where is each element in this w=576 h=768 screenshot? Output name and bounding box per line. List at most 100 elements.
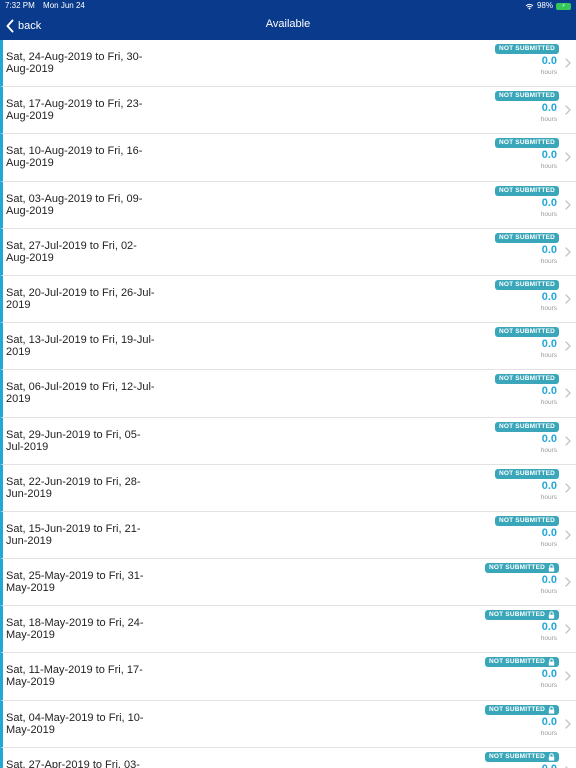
lock-icon bbox=[548, 705, 555, 714]
lock-icon bbox=[548, 658, 555, 667]
timesheet-row[interactable]: Sat, 15-Jun-2019 to Fri, 21-Jun-2019 NOT … bbox=[0, 511, 576, 560]
status-badge: NOT SUBMITTED bbox=[494, 185, 559, 196]
timesheet-period: Sat, 15-Jun-2019 to Fri, 21-Jun-2019 bbox=[6, 522, 141, 547]
hours-value: 0.0 bbox=[541, 102, 557, 115]
timesheet-row[interactable]: Sat, 10-Aug-2019 to Fri, 16-Aug-2019 NOT … bbox=[0, 134, 576, 182]
timesheet-period: Sat, 06-Jul-2019 to Fri, 12-Jul-2019 bbox=[6, 381, 155, 406]
status-badge: NOT SUBMITTED bbox=[484, 610, 559, 621]
hours-value: 0.0 bbox=[541, 196, 557, 209]
timesheet-period: Sat, 22-Jun-2019 to Fri, 28-Jun-2019 bbox=[6, 475, 141, 500]
status-badge: NOT SUBMITTED bbox=[494, 468, 559, 479]
status-badge-label: NOT SUBMITTED bbox=[498, 328, 555, 336]
hours-value: 0.0 bbox=[542, 763, 557, 768]
timesheet-period: Sat, 20-Jul-2019 to Fri, 26-Jul-2019 bbox=[6, 286, 155, 311]
timesheet-row[interactable]: Sat, 17-Aug-2019 to Fri, 23-Aug-2019 NOT … bbox=[0, 87, 576, 135]
chevron-right-icon bbox=[565, 624, 571, 634]
hours-unit-label: hours bbox=[540, 163, 557, 171]
chevron-right-icon bbox=[565, 58, 571, 68]
status-badge-label: NOT SUBMITTED bbox=[498, 186, 555, 194]
status-badge: NOT SUBMITTED bbox=[494, 421, 559, 432]
status-badge-label: NOT SUBMITTED bbox=[488, 564, 545, 572]
chevron-right-icon bbox=[565, 483, 571, 493]
timesheet-period: Sat, 03-Aug-2019 to Fri, 09-Aug-2019 bbox=[6, 192, 143, 217]
app-header: 7:32 PM Mon Jun 24 98% ⚡ back Available bbox=[0, 0, 576, 40]
status-badge: NOT SUBMITTED bbox=[484, 657, 559, 668]
chevron-right-icon bbox=[565, 530, 571, 540]
hours-unit-label: hours bbox=[540, 257, 557, 265]
status-badge-label: NOT SUBMITTED bbox=[498, 139, 555, 147]
status-badge: NOT SUBMITTED bbox=[494, 44, 559, 54]
page-title: Available bbox=[265, 18, 311, 30]
status-badge: NOT SUBMITTED bbox=[494, 374, 559, 385]
timesheet-row[interactable]: Sat, 24-Aug-2019 to Fri, 30-Aug-2019 NOT … bbox=[0, 40, 576, 88]
hours-value: 0.0 bbox=[541, 149, 557, 162]
status-badge: NOT SUBMITTED bbox=[484, 751, 559, 762]
timesheet-row[interactable]: Sat, 22-Jun-2019 to Fri, 28-Jun-2019 NOT … bbox=[0, 464, 576, 512]
timesheet-row[interactable]: Sat, 20-Jul-2019 to Fri, 26-Jul-2019 NOT … bbox=[0, 275, 576, 324]
timesheet-period: Sat, 24-Aug-2019 to Fri, 30-Aug-2019 bbox=[6, 51, 143, 75]
timesheet-period: Sat, 27-Jul-2019 to Fri, 02-Aug-2019 bbox=[6, 239, 137, 264]
hours-unit-label: hours bbox=[540, 69, 557, 76]
chevron-right-icon bbox=[565, 388, 571, 398]
hours-value: 0.0 bbox=[541, 526, 557, 539]
status-badge-label: NOT SUBMITTED bbox=[498, 92, 555, 100]
hours-unit-label: hours bbox=[540, 304, 557, 312]
chevron-right-icon bbox=[565, 105, 571, 115]
timesheet-period: Sat, 29-Jun-2019 to Fri, 05-Jul-2019 bbox=[6, 428, 141, 453]
chevron-right-icon bbox=[565, 341, 571, 351]
timesheet-period: Sat, 11-May-2019 to Fri, 17-May-2019 bbox=[6, 664, 143, 689]
chevron-right-icon bbox=[565, 199, 571, 210]
chevron-right-icon bbox=[565, 294, 571, 304]
hours-unit-label: hours bbox=[540, 729, 557, 737]
status-badge: NOT SUBMITTED bbox=[484, 563, 559, 574]
status-badge: NOT SUBMITTED bbox=[494, 232, 559, 243]
hours-unit-label: hours bbox=[540, 493, 557, 501]
timesheet-row[interactable]: Sat, 11-May-2019 to Fri, 17-May-2019 NOT … bbox=[0, 653, 576, 701]
timesheet-period: Sat, 25-May-2019 to Fri, 31-May-2019 bbox=[6, 570, 144, 595]
status-badge: NOT SUBMITTED bbox=[494, 515, 559, 526]
hours-value: 0.0 bbox=[541, 432, 557, 445]
hours-value: 0.0 bbox=[541, 574, 557, 587]
timesheet-row[interactable]: Sat, 25-May-2019 to Fri, 31-May-2019 NOT … bbox=[0, 559, 576, 607]
hours-unit-label: hours bbox=[540, 635, 557, 643]
hours-unit-label: hours bbox=[540, 210, 557, 218]
hours-value: 0.0 bbox=[541, 715, 557, 728]
timesheet-row[interactable]: Sat, 06-Jul-2019 to Fri, 12-Jul-2019 NOT … bbox=[0, 370, 576, 418]
timesheet-row[interactable]: Sat, 29-Jun-2019 to Fri, 05-Jul-2019 NOT … bbox=[0, 417, 576, 465]
chevron-right-icon bbox=[565, 435, 571, 446]
battery-percent: 98% bbox=[536, 1, 553, 10]
timesheet-row[interactable]: Sat, 04-May-2019 to Fri, 10-May-2019 NOT … bbox=[0, 700, 576, 748]
status-badge-label: NOT SUBMITTED bbox=[488, 611, 545, 619]
navigation-bar: back Available bbox=[0, 12, 576, 40]
status-badge-label: NOT SUBMITTED bbox=[498, 375, 555, 383]
chevron-right-icon bbox=[565, 671, 571, 682]
hours-value: 0.0 bbox=[541, 290, 557, 303]
hours-unit-label: hours bbox=[540, 588, 557, 596]
hours-unit-label: hours bbox=[540, 446, 557, 454]
lock-icon bbox=[548, 753, 555, 761]
status-badge: NOT SUBMITTED bbox=[484, 704, 559, 715]
hours-value: 0.0 bbox=[541, 479, 557, 492]
lock-icon bbox=[548, 564, 555, 572]
timesheet-row[interactable]: Sat, 13-Jul-2019 to Fri, 19-Jul-2019 NOT … bbox=[0, 323, 576, 371]
hours-unit-label: hours bbox=[540, 682, 557, 690]
hours-value: 0.0 bbox=[541, 243, 557, 256]
hours-value: 0.0 bbox=[541, 338, 557, 351]
timesheet-row[interactable]: Sat, 03-Aug-2019 to Fri, 09-Aug-2019 NOT … bbox=[0, 181, 576, 229]
status-badge: NOT SUBMITTED bbox=[494, 91, 559, 102]
status-badge-label: NOT SUBMITTED bbox=[498, 233, 555, 241]
battery-icon: ⚡ bbox=[556, 2, 571, 10]
timesheet-row[interactable]: Sat, 27-Apr-2019 to Fri, 03-May-2019 NOT … bbox=[0, 747, 576, 768]
timesheet-period: Sat, 04-May-2019 to Fri, 10-May-2019 bbox=[6, 711, 144, 736]
timesheet-list: Sat, 24-Aug-2019 to Fri, 30-Aug-2019 NOT … bbox=[0, 40, 576, 768]
timesheet-row[interactable]: Sat, 27-Jul-2019 to Fri, 02-Aug-2019 NOT … bbox=[0, 228, 576, 276]
chevron-right-icon bbox=[565, 247, 571, 257]
status-badge: NOT SUBMITTED bbox=[494, 138, 559, 149]
timesheet-period: Sat, 27-Apr-2019 to Fri, 03-May-2019 bbox=[6, 758, 140, 768]
chevron-right-icon bbox=[565, 152, 571, 163]
hours-value: 0.0 bbox=[541, 385, 557, 398]
timesheet-period: Sat, 18-May-2019 to Fri, 24-May-2019 bbox=[6, 617, 144, 642]
timesheet-row[interactable]: Sat, 18-May-2019 to Fri, 24-May-2019 NOT … bbox=[0, 606, 576, 654]
status-badge-label: NOT SUBMITTED bbox=[498, 422, 555, 430]
status-time: 7:32 PM bbox=[5, 1, 35, 10]
